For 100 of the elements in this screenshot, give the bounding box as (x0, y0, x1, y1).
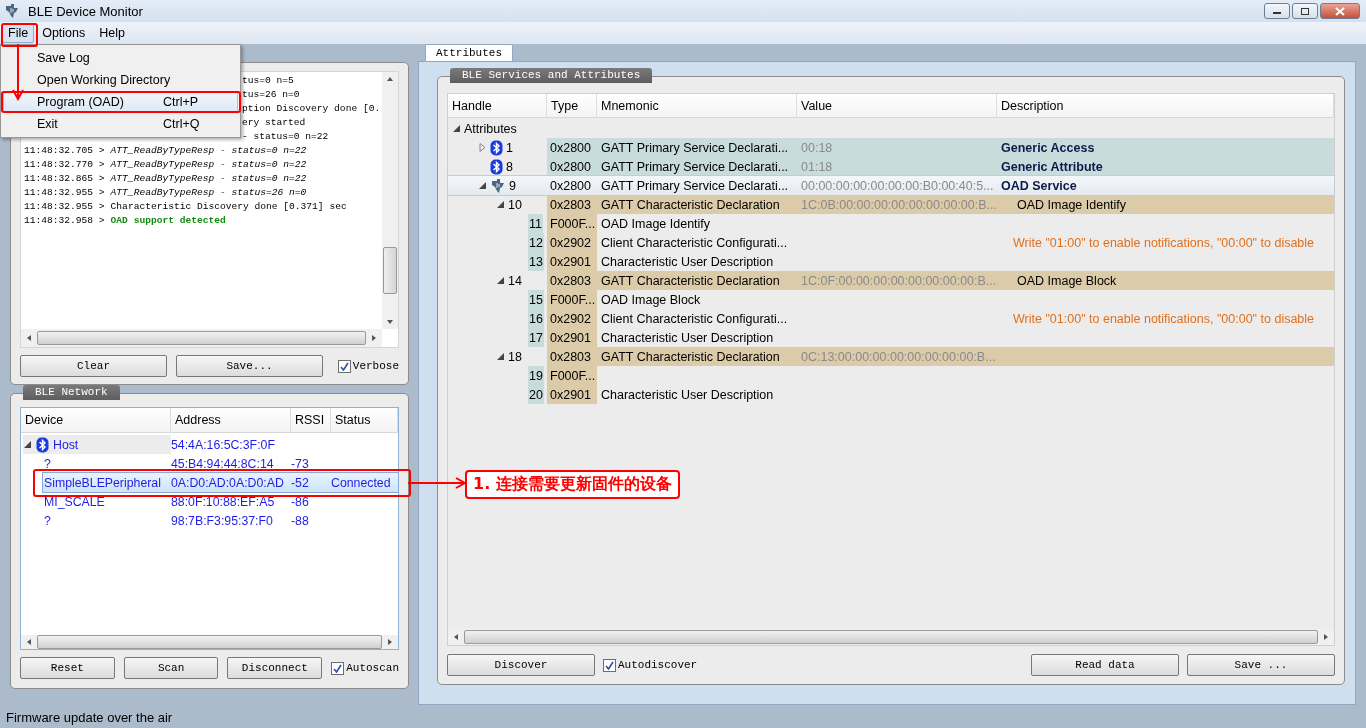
column-header: Mnemonic (597, 94, 797, 117)
minimize-button[interactable] (1264, 3, 1290, 19)
attribute-row[interactable]: 11 F000F... OAD Image Identify (448, 214, 1334, 233)
menu-entry[interactable]: Open Working Directory (3, 69, 238, 91)
menu-item[interactable]: Help (93, 23, 131, 43)
attribute-row[interactable]: 10 0x2803 GATT Characteristic Declaration 1C:0B:00:00:00:00:00:00:00:00:B... OAD Image Identify (448, 195, 1334, 214)
attribute-row[interactable]: 19 F000F... (448, 366, 1334, 385)
attribute-row[interactable]: 17 0x2901 Characteristic User Description (448, 328, 1334, 347)
device-name: ? (43, 513, 52, 528)
log-message: ery started (242, 116, 306, 130)
menu-entry[interactable]: Exit Ctrl+Q (3, 113, 238, 135)
log-timestamp: 11:48:32.865 > (24, 172, 105, 186)
attribute-mnemonic: GATT Characteristic Declaration (601, 273, 780, 288)
state-map-icon (490, 177, 506, 194)
handle-number: 8 (506, 158, 513, 176)
device-address: 98:7B:F3:95:37:F0 (171, 513, 274, 528)
attribute-row[interactable]: 8 0x2800 GATT Primary Service Declarati... 01:18 Generic Attribute (448, 157, 1334, 176)
checkbox[interactable] (337, 359, 351, 373)
scroll-left-icon (452, 633, 460, 641)
network-button[interactable]: Disconnect (227, 657, 323, 679)
network-button[interactable]: Scan (123, 657, 219, 679)
device-rssi: -86 (291, 494, 310, 509)
log-message: tus=0 n=5 (242, 74, 294, 88)
column-header: Description (997, 94, 1334, 117)
scroll-thumb[interactable] (37, 331, 366, 345)
device-row[interactable]: ? 45:B4:94:44:8C:14 -73 (21, 454, 398, 473)
horizontal-scrollbar[interactable] (448, 629, 1334, 645)
horizontal-scrollbar[interactable] (21, 329, 382, 347)
attribute-button[interactable]: Save ... (1187, 654, 1335, 676)
vertical-scrollbar[interactable] (382, 72, 398, 329)
handle-number: 17 (528, 328, 544, 347)
attribute-mnemonic: Characteristic User Description (601, 387, 774, 402)
attribute-type: F000F... (550, 292, 596, 307)
device-name: SimpleBLEPeripheral (43, 475, 162, 490)
attribute-type: F000F... (550, 368, 596, 383)
attribute-description: Generic Attribute (1001, 159, 1103, 174)
tree-label: Attributes (464, 120, 517, 138)
log-timestamp: 11:48:32.958 > (24, 214, 105, 228)
log-timestamp: 11:48:32.955 > (24, 200, 105, 214)
attribute-type: 0x2803 (550, 197, 591, 212)
device-address: 88:0F:10:88:EF:A5 (171, 494, 276, 509)
log-button[interactable]: Save... (176, 355, 323, 377)
attribute-value: 1C:0F:00:00:00:00:00:00:00:00:B... (801, 273, 997, 288)
attribute-description: Write "01:00" to enable notifications, "00:00" to disable (1013, 311, 1315, 326)
log-message: ATT_ReadByTypeResp - status=0 n=22 (110, 172, 307, 186)
scroll-right-icon (1322, 633, 1330, 641)
attribute-mnemonic: Characteristic User Description (601, 330, 774, 345)
attribute-row[interactable]: 15 F000F... OAD Image Block (448, 290, 1334, 309)
attribute-value: 1C:0B:00:00:00:00:00:00:00:00:B... (801, 197, 997, 212)
handle-number: 10 (508, 196, 522, 214)
handle-number: 20 (528, 385, 544, 404)
scroll-thumb[interactable] (383, 247, 397, 294)
attribute-row[interactable]: 18 0x2803 GATT Characteristic Declaration 0C:13:00:00:00:00:00:00:00:00:B... (448, 347, 1334, 366)
attribute-type: 0x2803 (550, 273, 591, 288)
handle-number: 12 (528, 233, 544, 252)
attribute-row[interactable]: 12 0x2902 Client Characteristic Configurati... Write "01:00" to enable notifications, "00:00" to disable (448, 233, 1334, 252)
device-rssi: -52 (291, 475, 310, 490)
checkbox-label: Autoscan (346, 662, 399, 674)
log-timestamp: 11:48:32.705 > (24, 144, 105, 158)
menu-entry[interactable]: Save Log (3, 47, 238, 69)
attribute-row[interactable]: 9 0x2800 GATT Primary Service Declarati... 00:00:00:00:00:00:00:B0:00:40:5... OAD Service (448, 176, 1334, 195)
device-row[interactable]: SimpleBLEPeripheral 0A:D0:AD:0A:D0:AD -52 Connected (43, 473, 398, 492)
attribute-mnemonic: GATT Characteristic Declaration (601, 197, 780, 212)
attribute-type: 0x2803 (550, 349, 591, 364)
menu-item[interactable]: Options (36, 23, 92, 43)
attribute-type: 0x2902 (550, 311, 591, 326)
handle-number: 9 (509, 177, 516, 195)
bluetooth-icon (490, 158, 503, 175)
attribute-row[interactable]: 13 0x2901 Characteristic User Description (448, 252, 1334, 271)
attribute-type: 0x2901 (550, 387, 591, 402)
close-icon (1335, 6, 1345, 16)
handle-number: 1 (506, 139, 513, 157)
attribute-row[interactable]: 14 0x2803 GATT Characteristic Declaration 1C:0F:00:00:00:00:00:00:00:00:B... OAD Image Block (448, 271, 1334, 290)
attribute-row[interactable]: 1 0x2800 GATT Primary Service Declarati... 00:18 Generic Access (448, 138, 1334, 157)
attribute-button[interactable]: Discover (447, 654, 595, 676)
scroll-thumb[interactable] (464, 630, 1318, 644)
log-button[interactable]: Clear (20, 355, 167, 377)
log-message: ATT_ReadByTypeResp - status=26 n=0 (110, 186, 307, 200)
maximize-button[interactable] (1292, 3, 1318, 19)
window-title: BLE Device Monitor (28, 3, 143, 19)
attribute-button[interactable]: Read data (1031, 654, 1179, 676)
checkbox[interactable] (603, 658, 616, 672)
network-button[interactable]: Reset (20, 657, 115, 679)
column-header: Type (547, 94, 597, 117)
device-row[interactable]: ? 98:7B:F3:95:37:F0 -88 (21, 511, 398, 530)
attribute-type: 0x2800 (550, 159, 591, 174)
scroll-up-icon (386, 75, 394, 83)
attribute-mnemonic: OAD Image Block (601, 292, 701, 307)
attribute-description: OAD Image Identify (1017, 197, 1127, 212)
handle-number: 13 (528, 252, 544, 271)
close-button[interactable] (1320, 3, 1360, 19)
attribute-row[interactable]: 16 0x2902 Client Characteristic Configurati... Write "01:00" to enable notifications, "00:00" to disable (448, 309, 1334, 328)
attribute-row[interactable]: 20 0x2901 Characteristic User Description (448, 385, 1334, 404)
attribute-type: F000F... (550, 216, 596, 231)
attribute-mnemonic: Characteristic User Description (601, 254, 774, 269)
device-row[interactable]: MI_SCALE 88:0F:10:88:EF:A5 -86 (21, 492, 398, 511)
log-message: OAD support detected (110, 214, 226, 228)
checkbox[interactable] (331, 661, 345, 675)
tab[interactable]: Attributes (425, 44, 513, 61)
log-message: ATT_ReadByTypeResp - status=0 n=22 (110, 158, 307, 172)
